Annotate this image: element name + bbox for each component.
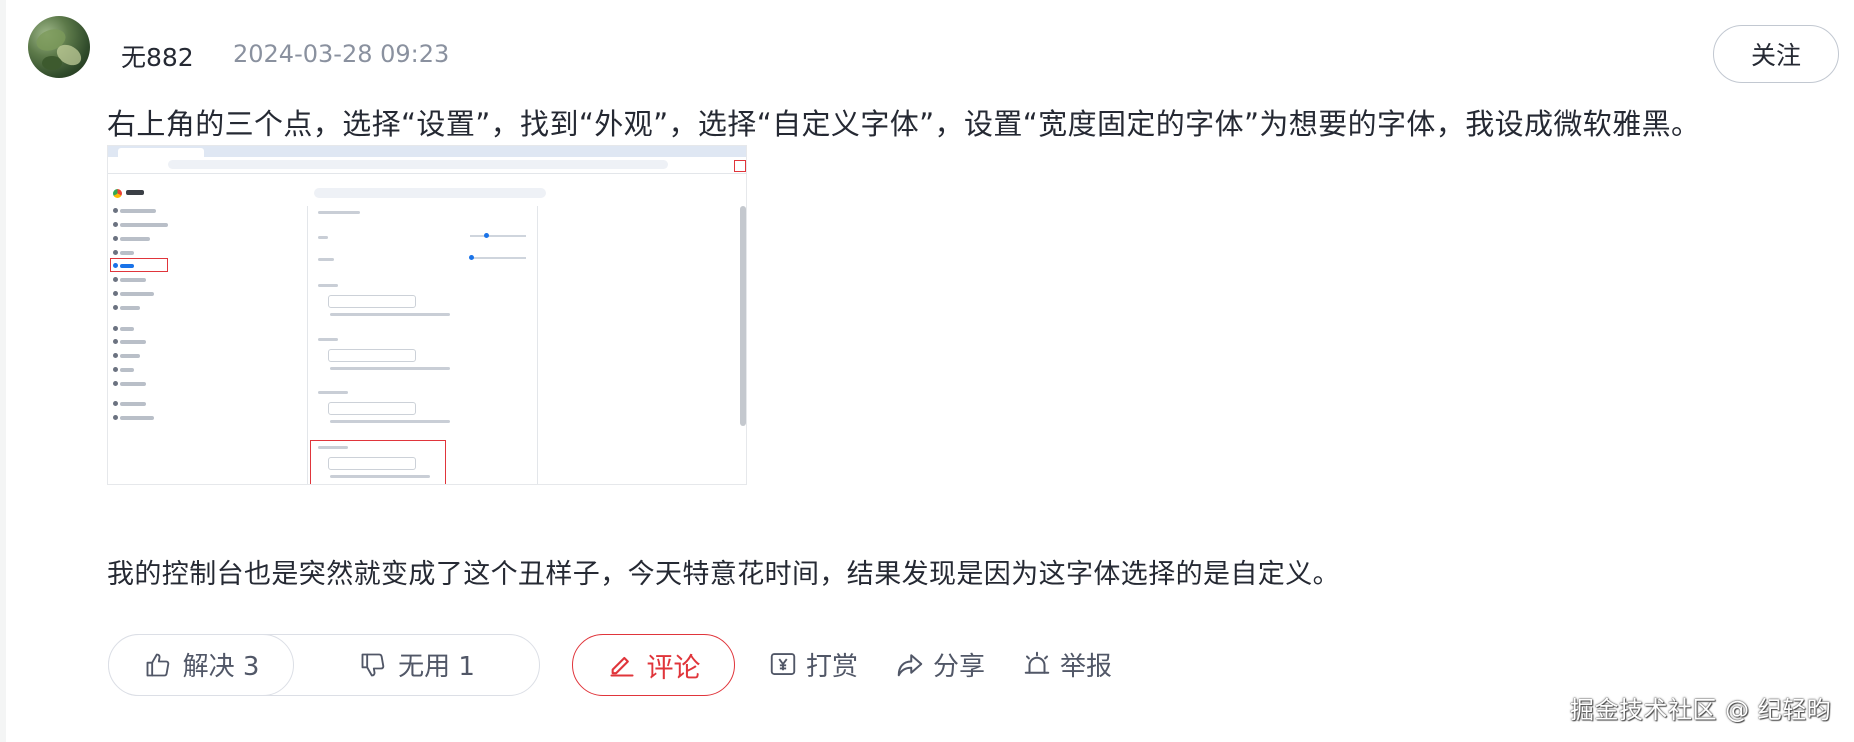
post-text-line2: 我的控制台也是突然就变成了这个丑样子，今天特意花时间，结果发现是因为这字体选择的… [107,559,1340,590]
report-label: 举报 [1060,651,1113,682]
solved-button[interactable]: 解决 3 [108,633,294,696]
share-label: 分享 [933,651,986,682]
follow-button[interactable]: 关注 [1713,25,1839,83]
thumbs-up-icon [143,650,173,680]
watermark: 掘金技术社区 @ 纪轻昀 [1570,696,1832,724]
solved-label: 解决 3 [182,652,260,682]
left-edge [0,0,6,742]
yen-icon [768,649,798,679]
username[interactable]: 无882 [121,38,194,74]
reward-button[interactable]: 打赏 [768,646,858,682]
share-button[interactable]: 分享 [895,646,985,682]
alarm-icon [1022,649,1052,679]
embedded-screenshot[interactable] [107,145,747,485]
useless-button[interactable]: 无用 1 [294,635,539,694]
share-icon [895,649,925,679]
report-button[interactable]: 举报 [1022,646,1112,682]
post-timestamp: 2024-03-28 09:23 [233,40,450,68]
pencil-icon [607,650,637,680]
thumbs-down-icon [358,650,388,680]
reward-label: 打赏 [806,651,859,682]
useless-label: 无用 1 [398,652,475,682]
post-text-line1: 右上角的三个点，选择“设置”，找到“外观”，选择“自定义字体”，设置“宽度固定的… [107,107,1701,141]
comment-button[interactable]: 评论 [572,634,735,696]
avatar[interactable] [28,16,90,78]
vote-group: 解决 3 无用 1 [108,633,540,696]
comment-label: 评论 [646,652,701,684]
